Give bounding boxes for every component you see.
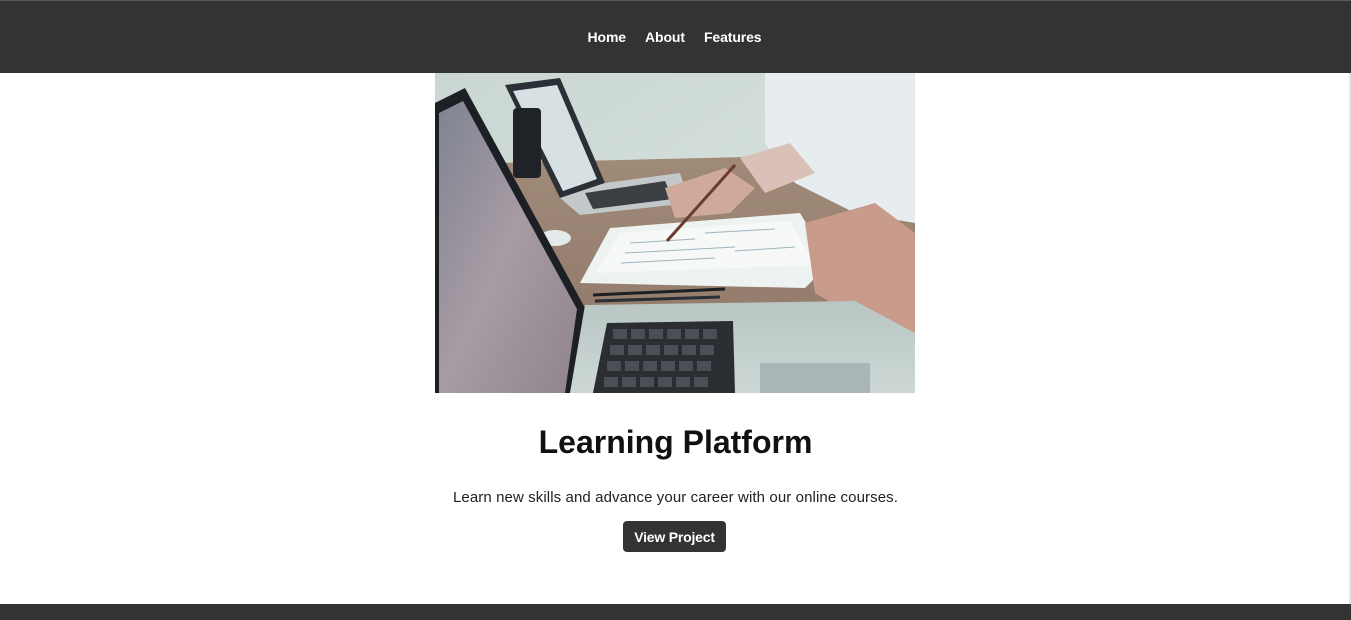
nav-link-features[interactable]: Features [694,29,771,45]
top-navbar: Home About Features [0,1,1351,73]
view-project-button[interactable]: View Project [623,521,726,552]
nav-link-about[interactable]: About [636,29,695,45]
hero-image [435,73,915,393]
footer [0,604,1351,620]
page-description: Learn new skills and advance your career… [452,489,899,506]
hero-photo [435,73,915,393]
nav-links: Home About Features [578,29,771,45]
nav-link-home[interactable]: Home [578,29,636,45]
page-title: Learning Platform [538,424,813,460]
